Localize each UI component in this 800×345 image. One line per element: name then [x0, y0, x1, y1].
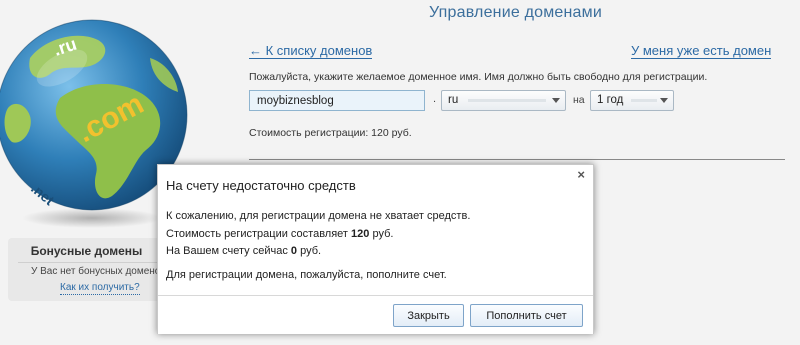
- chevron-down-icon: [660, 98, 668, 103]
- domain-name-input[interactable]: [249, 90, 425, 111]
- dialog-footer: Закрыть Пополнить счет: [158, 295, 593, 334]
- top-up-button[interactable]: Пополнить счет: [470, 304, 583, 327]
- dialog-cost-prefix: Стоимость регистрации составляет: [166, 227, 352, 240]
- bonus-domains-title: Бонусные домены: [30, 244, 143, 258]
- period-select[interactable]: 1 год: [590, 90, 674, 111]
- close-button[interactable]: Закрыть: [393, 304, 464, 327]
- domain-hint-text: Пожалуйста, укажите желаемое доменное им…: [249, 71, 708, 83]
- domain-dot: .: [433, 93, 437, 105]
- dialog-balance-prefix: На Вашем счету сейчас: [166, 245, 291, 257]
- dialog-cost-suffix: руб.: [369, 227, 394, 240]
- dialog-body: К сожалению, для регистрации домена не х…: [166, 208, 470, 284]
- dialog-title: На счету недостаточно средств: [166, 178, 356, 193]
- bonus-domains-panel: Бонусные домены У Вас нет бонусных домен…: [8, 238, 166, 301]
- insufficient-funds-dialog: На счету недостаточно средств × К сожале…: [157, 164, 594, 334]
- dialog-balance-line: На Вашем счету сейчас 0 руб.: [166, 243, 470, 261]
- page-title: Управление доменами: [429, 4, 602, 21]
- back-to-domain-list-link[interactable]: ← К списку доменов: [249, 43, 373, 59]
- dialog-cost-amount: 120: [351, 227, 370, 240]
- form-divider: [249, 159, 785, 160]
- bonus-divider: [18, 262, 165, 263]
- tld-selected-value: ru: [448, 94, 459, 106]
- registration-cost-text: Стоимость регистрации: 120 руб.: [249, 127, 412, 139]
- period-label: на: [573, 94, 585, 106]
- dialog-topup-hint: Для регистрации домена, пожалуйста, попо…: [166, 268, 447, 281]
- bonus-none-text: У Вас нет бонусных доменов: [31, 266, 166, 277]
- chevron-down-icon: [552, 98, 560, 103]
- period-selected-value: 1 год: [597, 94, 624, 106]
- tld-select[interactable]: ru: [441, 90, 566, 111]
- have-domain-link[interactable]: У меня уже есть домен: [631, 43, 772, 59]
- dialog-cost-line: Стоимость регистрации составляет 120 руб…: [166, 226, 470, 244]
- bonus-how-to-get-link[interactable]: Как их получить?: [60, 282, 140, 295]
- dialog-message-line: К сожалению, для регистрации домена не х…: [166, 210, 471, 222]
- dialog-balance-suffix: руб.: [297, 245, 322, 257]
- close-icon[interactable]: ×: [577, 168, 585, 182]
- select-placeholder-bar: [631, 99, 657, 102]
- select-placeholder-bar: [468, 99, 546, 102]
